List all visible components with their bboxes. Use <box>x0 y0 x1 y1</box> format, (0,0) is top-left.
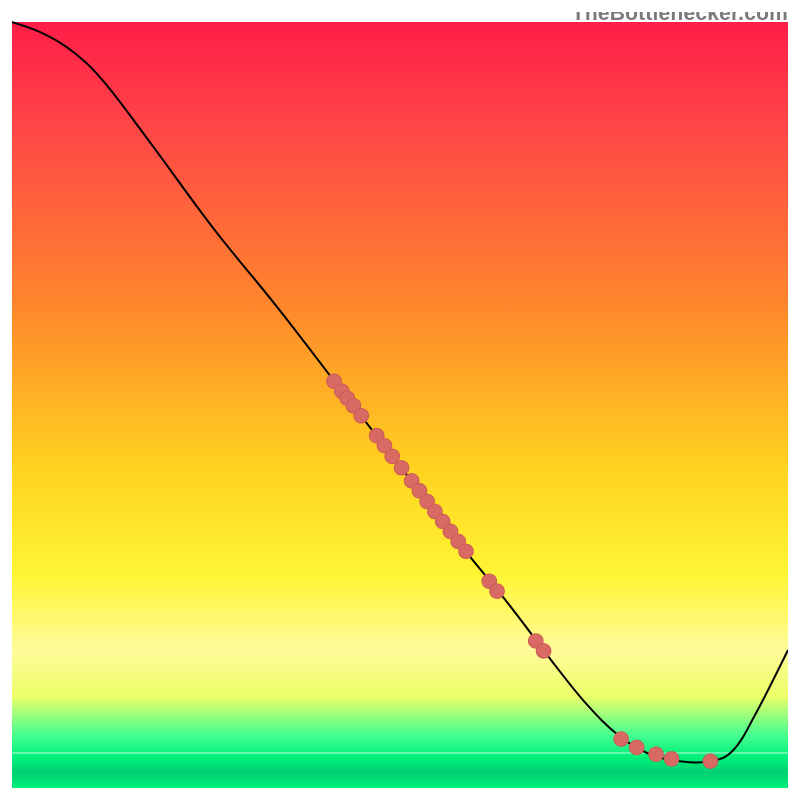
data-point <box>459 544 474 559</box>
data-point <box>490 584 505 599</box>
data-point <box>629 740 644 755</box>
data-point <box>649 747 664 762</box>
curve-layer <box>12 22 788 763</box>
data-point <box>664 752 679 767</box>
data-point <box>536 644 551 659</box>
bottleneck-chart: TheBottlenecker.com <box>0 0 800 800</box>
data-point <box>703 754 718 769</box>
data-point <box>614 732 629 747</box>
bottleneck-curve-path <box>12 22 788 763</box>
data-point <box>354 408 369 423</box>
points-layer <box>327 374 718 768</box>
data-point <box>394 461 409 476</box>
watermark-text: TheBottlenecker.com <box>572 2 788 26</box>
chart-overlay-svg <box>12 22 788 788</box>
